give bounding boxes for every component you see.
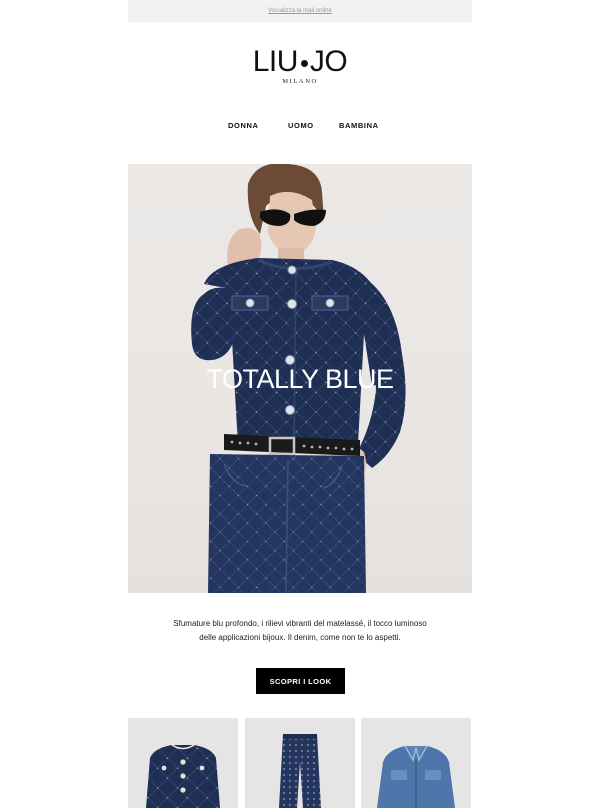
brand-logo[interactable]: LIU JO MILANO: [128, 45, 472, 86]
logo-text-left: LIU: [252, 45, 299, 78]
product-card-jacket[interactable]: [128, 718, 238, 808]
hero-title: TOTALLY BLUE: [206, 364, 394, 394]
product-card-denim-jacket[interactable]: [361, 718, 471, 808]
denim-jacket-photo: [377, 745, 455, 808]
nav-item-bambina[interactable]: BAMBINA: [339, 121, 379, 130]
logo-text-right: JO: [309, 45, 348, 78]
hero-banner[interactable]: TOTALLY BLUE: [128, 164, 472, 593]
view-online-bar: Visualizza la mail online: [128, 0, 472, 22]
logo-dot-icon: [300, 59, 308, 67]
quilted-jacket-photo: [146, 744, 220, 808]
main-nav: DONNA UOMO BAMBINA: [128, 121, 472, 133]
intro-text: Sfumature blu profondo, i rilievi vibran…: [173, 619, 427, 642]
dotted-jeans-photo: [279, 734, 321, 808]
discover-looks-button[interactable]: SCOPRI I LOOK: [256, 668, 345, 694]
email-container: Visualizza la mail online LIU JO MILANO …: [128, 0, 472, 808]
view-online-link[interactable]: Visualizza la mail online: [268, 8, 332, 14]
logo-tagline: MILANO: [282, 78, 318, 85]
product-card-jeans[interactable]: [245, 718, 355, 808]
nav-item-uomo[interactable]: UOMO: [288, 121, 314, 130]
product-row: [128, 718, 472, 808]
nav-item-donna[interactable]: DONNA: [228, 121, 259, 130]
